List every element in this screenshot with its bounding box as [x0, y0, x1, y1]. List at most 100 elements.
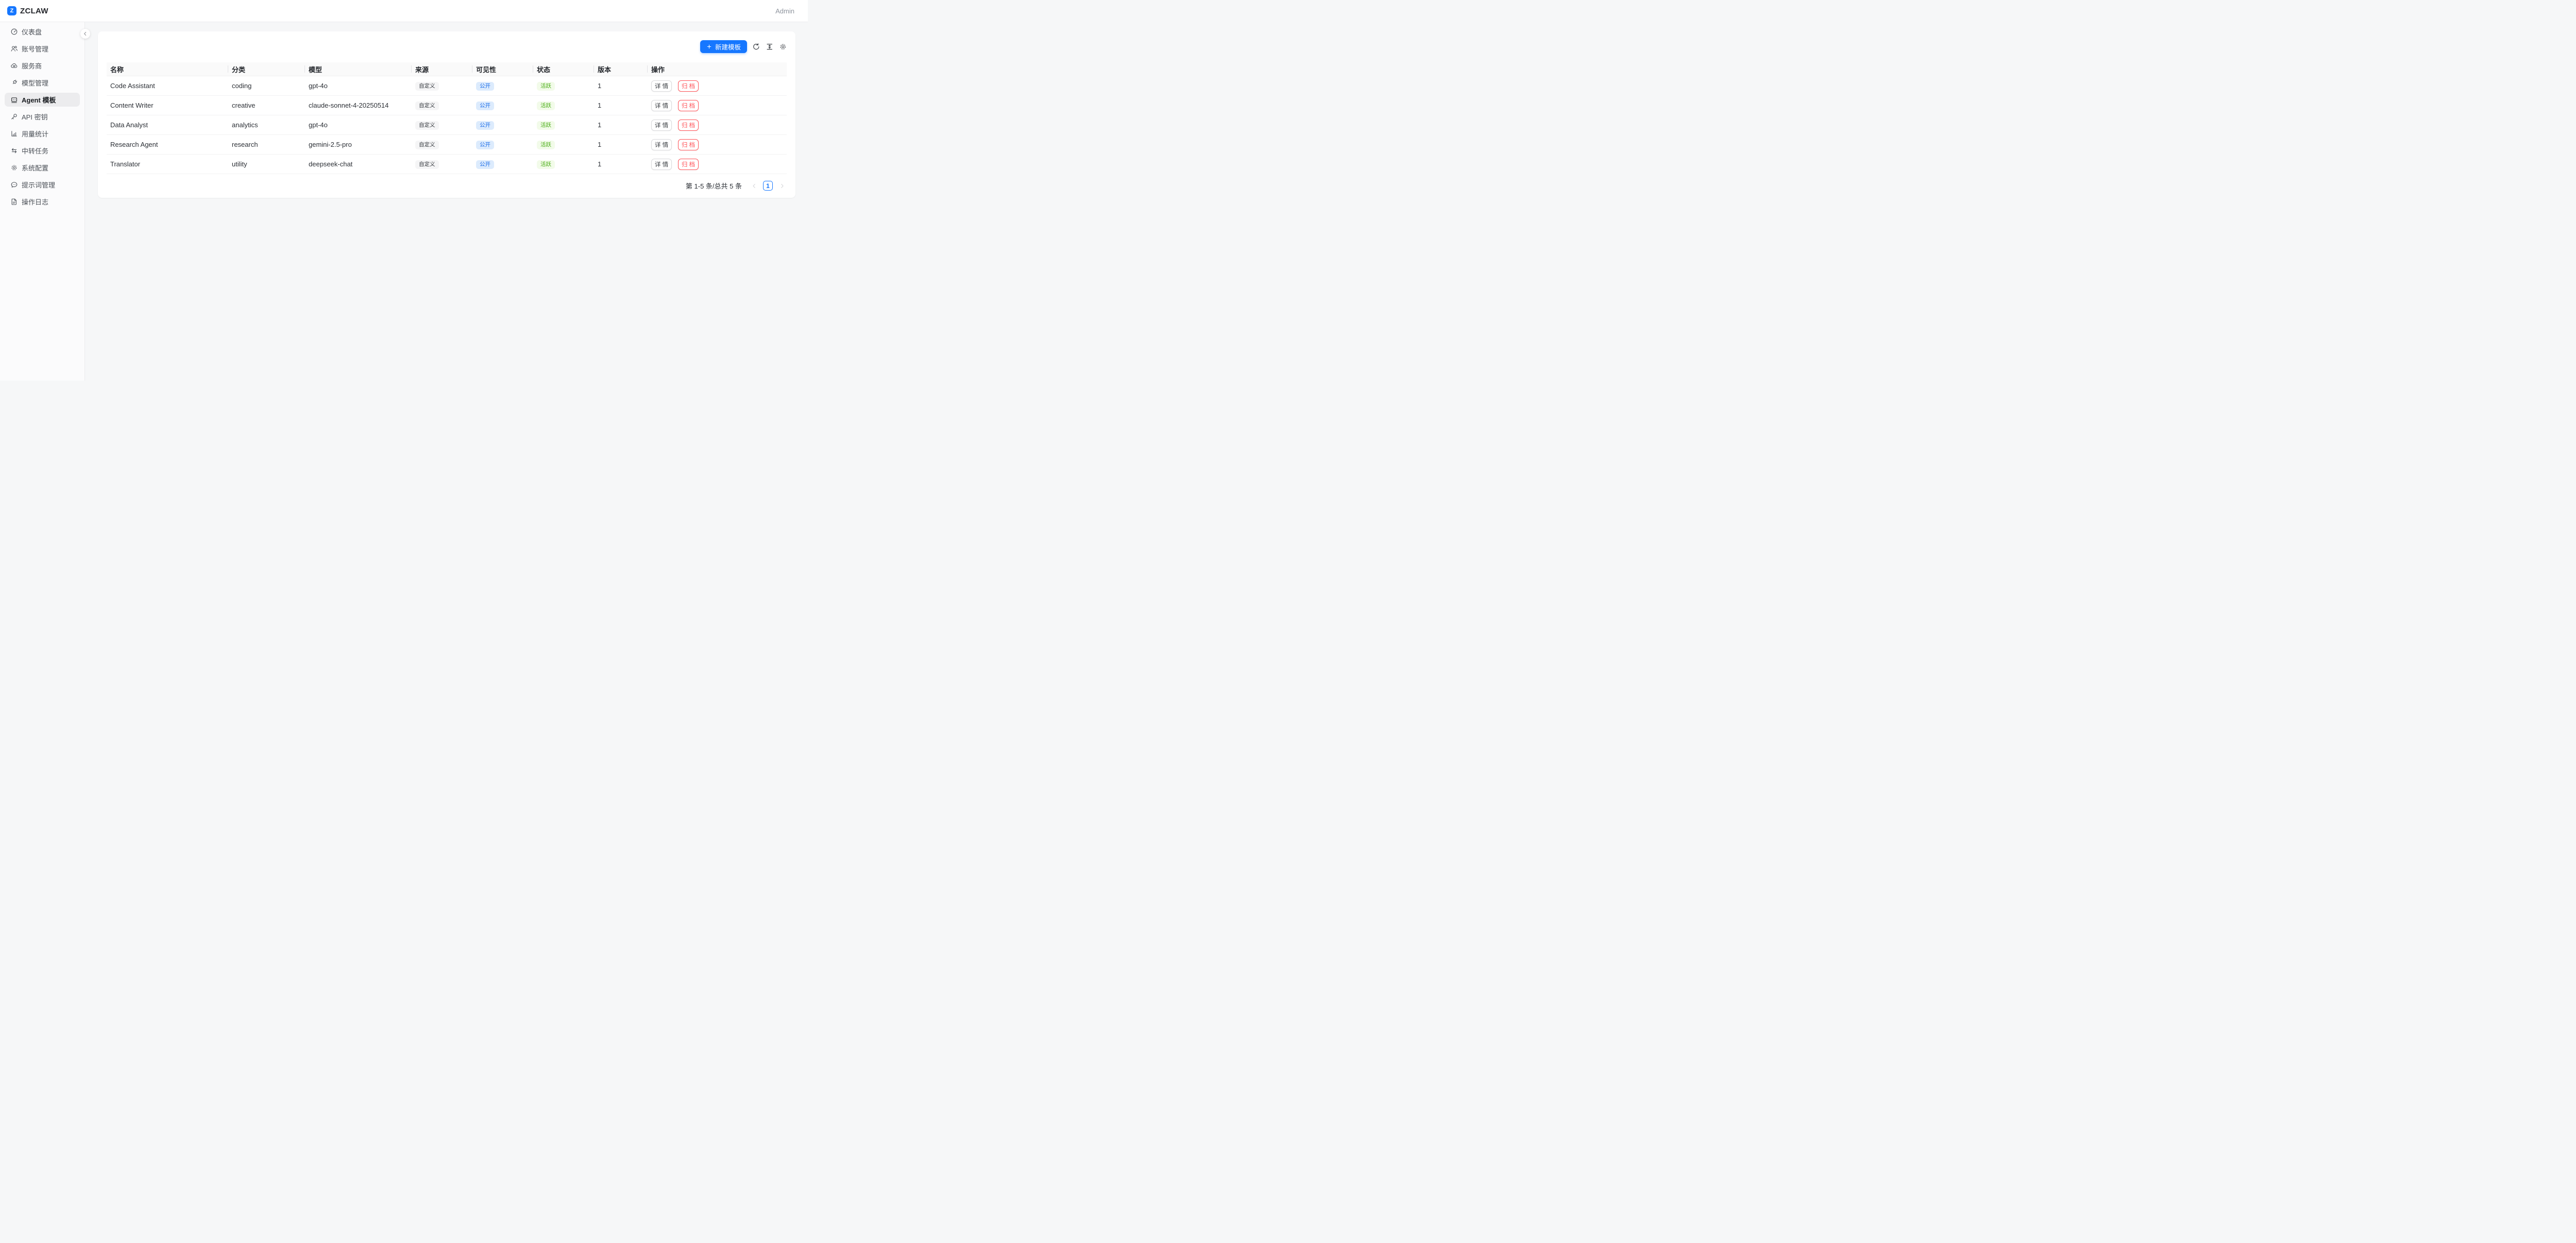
table-row: Code Assistant coding gpt-4o 自定义 公开 活跃 1… [107, 76, 787, 96]
cell-source: 自定义 [412, 96, 472, 115]
status-tag: 活跃 [537, 141, 555, 149]
cell-status: 活跃 [533, 115, 594, 135]
cell-category: research [228, 135, 305, 155]
cell-name: Translator [107, 155, 228, 174]
sidebar-item-label: 用量统计 [22, 129, 48, 139]
column-header-1: 分类 [228, 62, 305, 76]
brand-name: ZCLAW [20, 7, 48, 15]
sidebar-item-system-config[interactable]: 系统配置 [5, 161, 80, 175]
cell-model: claude-sonnet-4-20250514 [305, 96, 412, 115]
cell-model: deepseek-chat [305, 155, 412, 174]
detail-button[interactable]: 详 情 [651, 80, 672, 92]
sidebar-item-label: 账号管理 [22, 44, 48, 54]
source-tag: 自定义 [415, 101, 439, 110]
sidebar-collapse-button[interactable] [80, 29, 90, 39]
detail-button[interactable]: 详 情 [651, 100, 672, 111]
cell-name: Content Writer [107, 96, 228, 115]
gear-icon [10, 164, 18, 172]
bar-chart-icon [10, 130, 18, 138]
table-row: Research Agent research gemini-2.5-pro 自… [107, 135, 787, 155]
cell-version: 1 [594, 76, 648, 96]
pagination-summary: 第 1-5 条/总共 5 条 [686, 181, 742, 191]
brand: Z ZCLAW [7, 6, 48, 15]
new-template-button[interactable]: 新建模板 [700, 40, 747, 53]
chevron-right-icon [779, 183, 785, 189]
column-height-icon [766, 43, 774, 51]
pagination-page-1[interactable]: 1 [763, 181, 773, 191]
sidebar-item-label: 服务商 [22, 61, 42, 71]
cell-visibility: 公开 [472, 155, 533, 174]
cell-source: 自定义 [412, 135, 472, 155]
detail-button[interactable]: 详 情 [651, 139, 672, 150]
row-height-button[interactable] [765, 42, 774, 51]
source-tag: 自定义 [415, 141, 439, 149]
sidebar-item-label: 系统配置 [22, 163, 48, 173]
gear-icon [779, 43, 787, 51]
cell-status: 活跃 [533, 135, 594, 155]
sidebar-item-label: Agent 模板 [22, 95, 56, 105]
column-header-6: 版本 [594, 62, 648, 76]
sidebar-item-models[interactable]: 模型管理 [5, 76, 80, 90]
sidebar-item-dashboard[interactable]: 仪表盘 [5, 25, 80, 39]
table-settings-button[interactable] [778, 42, 787, 51]
sidebar-item-label: API 密钥 [22, 112, 48, 122]
cell-name: Research Agent [107, 135, 228, 155]
sidebar-item-accounts[interactable]: 账号管理 [5, 42, 80, 56]
sidebar-item-agent-templates[interactable]: Agent 模板 [5, 93, 80, 107]
chevron-left-icon [82, 31, 88, 37]
refresh-button[interactable] [752, 42, 760, 51]
source-tag: 自定义 [415, 82, 439, 91]
sidebar-item-providers[interactable]: 服务商 [5, 59, 80, 73]
sidebar-item-operation-logs[interactable]: 操作日志 [5, 195, 80, 209]
cell-category: utility [228, 155, 305, 174]
detail-button[interactable]: 详 情 [651, 159, 672, 170]
table-header-row: 名称分类模型来源可见性状态版本操作 [107, 62, 787, 76]
archive-button[interactable]: 归 档 [678, 80, 699, 92]
sidebar-nav: 仪表盘账号管理服务商模型管理 Agent 模板 API 密钥用量统计中转任务系统配置… [0, 25, 84, 209]
cell-source: 自定义 [412, 76, 472, 96]
sidebar-item-label: 提示词管理 [22, 180, 55, 190]
column-header-4: 可见性 [472, 62, 533, 76]
archive-button[interactable]: 归 档 [678, 100, 699, 111]
users-icon [10, 45, 18, 53]
sidebar-item-api-keys[interactable]: API 密钥 [5, 110, 80, 124]
column-header-5: 状态 [533, 62, 594, 76]
cell-visibility: 公开 [472, 96, 533, 115]
logo-letter: Z [10, 8, 14, 14]
cell-source: 自定义 [412, 155, 472, 174]
visibility-tag: 公开 [476, 101, 494, 110]
pagination: 第 1-5 条/总共 5 条 1 [107, 181, 787, 191]
cell-status: 活跃 [533, 96, 594, 115]
column-header-7: 操作 [648, 62, 787, 76]
cell-name: Code Assistant [107, 76, 228, 96]
brand-logo-icon: Z [7, 6, 16, 15]
pagination-next-button[interactable] [777, 181, 787, 191]
comment-icon [10, 181, 18, 189]
user-menu[interactable]: Admin [775, 7, 794, 15]
status-tag: 活跃 [537, 121, 555, 130]
visibility-tag: 公开 [476, 160, 494, 169]
cell-actions: 详 情 归 档 [648, 96, 787, 115]
sidebar-item-prompt-management[interactable]: 提示词管理 [5, 178, 80, 192]
cell-name: Data Analyst [107, 115, 228, 135]
new-template-label: 新建模板 [715, 42, 741, 52]
cell-version: 1 [594, 115, 648, 135]
cell-model: gpt-4o [305, 115, 412, 135]
archive-button[interactable]: 归 档 [678, 139, 699, 150]
archive-button[interactable]: 归 档 [678, 159, 699, 170]
pagination-prev-button[interactable] [749, 181, 759, 191]
key-icon [10, 113, 18, 121]
cell-source: 自定义 [412, 115, 472, 135]
sidebar-item-label: 操作日志 [22, 197, 48, 207]
sidebar-item-usage-stats[interactable]: 用量统计 [5, 127, 80, 141]
sidebar: 仪表盘账号管理服务商模型管理 Agent 模板 API 密钥用量统计中转任务系统配置… [0, 22, 85, 381]
sidebar-item-relay-tasks[interactable]: 中转任务 [5, 144, 80, 158]
cell-model: gpt-4o [305, 76, 412, 96]
robot-icon [10, 96, 18, 104]
cell-version: 1 [594, 135, 648, 155]
refresh-icon [752, 43, 760, 51]
visibility-tag: 公开 [476, 82, 494, 91]
detail-button[interactable]: 详 情 [651, 120, 672, 131]
archive-button[interactable]: 归 档 [678, 120, 699, 131]
column-header-0: 名称 [107, 62, 228, 76]
